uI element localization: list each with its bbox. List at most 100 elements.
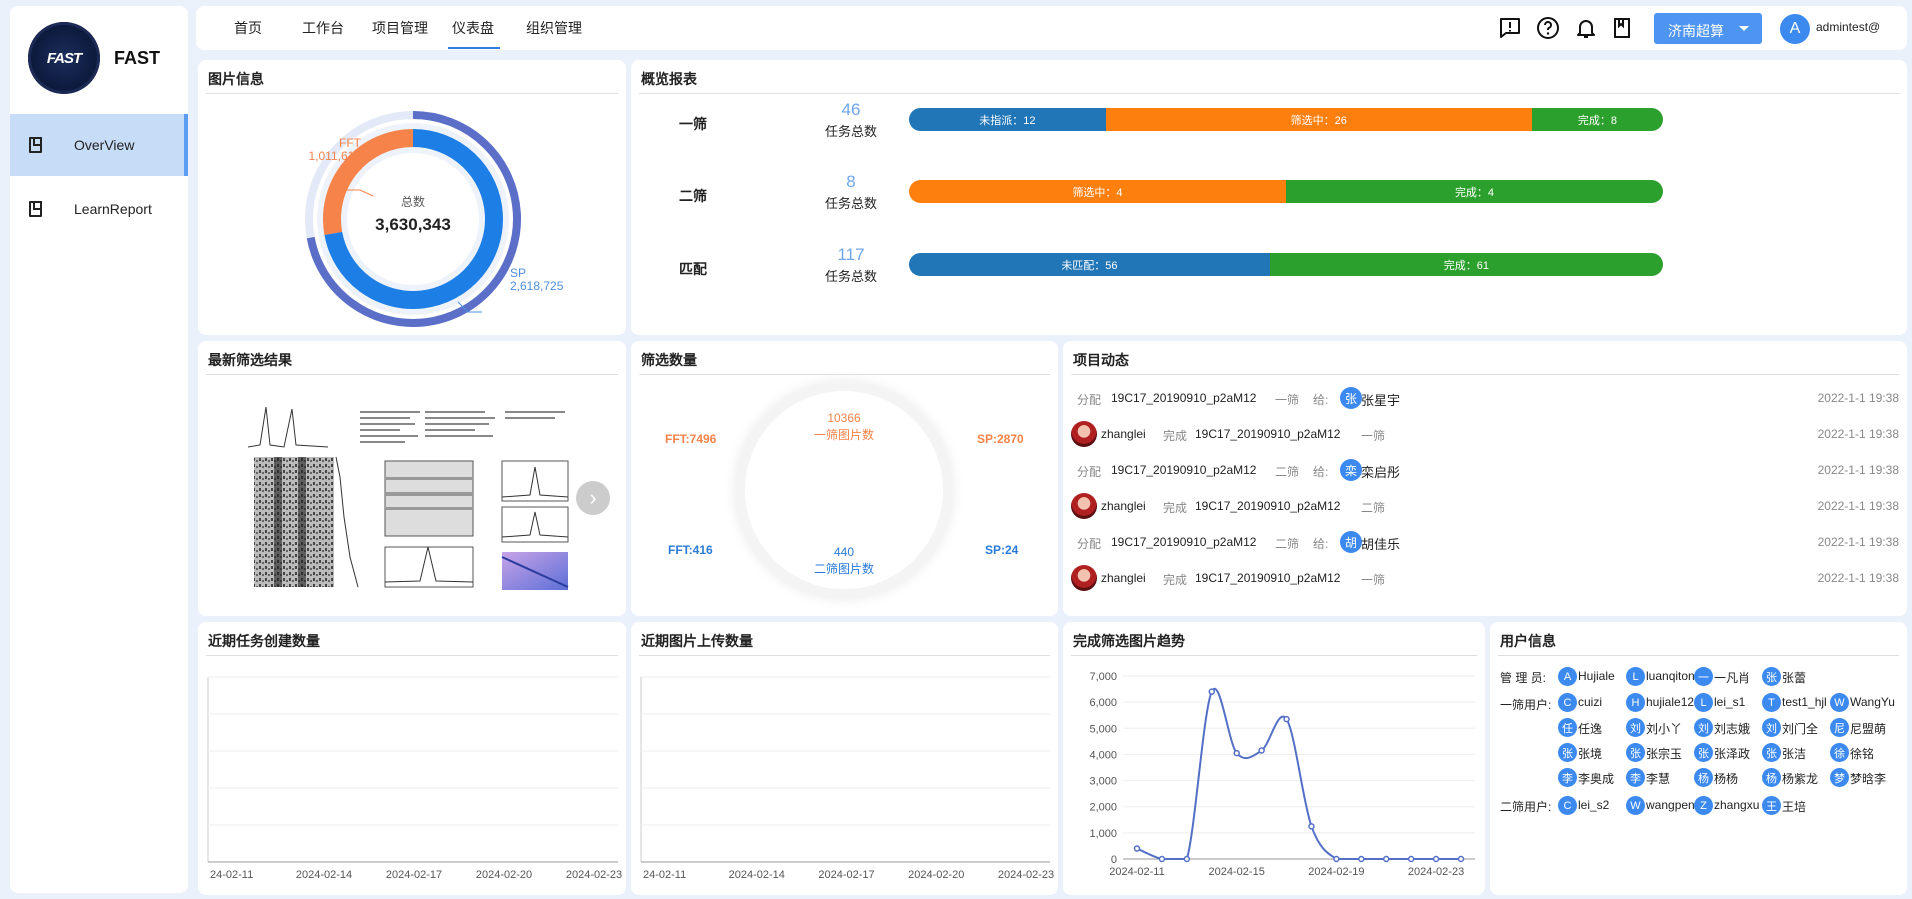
user-name[interactable]: 张宗玉 (1646, 745, 1694, 762)
user-avatar[interactable]: A (1558, 667, 1577, 686)
user-avatar[interactable]: 李 (1558, 768, 1577, 787)
user-name[interactable]: 李奥成 (1578, 770, 1626, 787)
trend-point[interactable] (1432, 855, 1440, 863)
user-name[interactable]: 张洁 (1782, 745, 1830, 762)
feed-user[interactable]: 栾启彤 (1361, 462, 1400, 481)
trend-point[interactable] (1233, 749, 1240, 757)
trend-point[interactable] (1358, 855, 1365, 863)
trend-point[interactable] (1382, 855, 1390, 863)
user-avatar[interactable]: C (1558, 796, 1577, 815)
user-name[interactable]: hujiale123 (1646, 695, 1694, 709)
tab-home[interactable]: 首页 (234, 18, 262, 38)
feed-action: 完成 (1163, 573, 1188, 587)
trend-point[interactable] (1457, 855, 1465, 863)
feed-user[interactable]: zhanglei (1101, 571, 1146, 585)
user-name[interactable]: WangYu (1850, 695, 1898, 709)
user-name[interactable]: 王培 (1782, 798, 1830, 815)
user-avatar[interactable]: 张 (1558, 743, 1577, 762)
user-avatar[interactable]: 李 (1626, 768, 1645, 787)
sidebar-item-overview[interactable]: OverView (10, 114, 188, 176)
trend-point[interactable] (1183, 855, 1191, 863)
user-avatar[interactable]: C (1558, 693, 1577, 712)
user-avatar[interactable]: 杨 (1762, 768, 1781, 787)
user-name[interactable]: 张境 (1578, 745, 1626, 762)
user-name[interactable]: cuizi (1578, 695, 1626, 709)
user-avatar[interactable]: 张 (1694, 743, 1713, 762)
user-avatar[interactable]: 刘 (1626, 718, 1645, 737)
y-tick-label: 4,000 (1089, 749, 1117, 761)
user-name[interactable]: 杨紫龙 (1782, 770, 1830, 787)
tab-dashboard[interactable]: 仪表盘 (448, 18, 500, 49)
feed-stage: 二筛 (1361, 501, 1386, 515)
tab-org-management[interactable]: 组织管理 (526, 18, 582, 38)
feed-task-link[interactable]: 19C17_20190910_p2aM12 (1195, 571, 1340, 585)
user-name[interactable]: lei_s2 (1578, 798, 1626, 812)
user-name[interactable]: 张泽政 (1714, 745, 1762, 762)
user-avatar[interactable]: 张 (1762, 743, 1781, 762)
book-icon[interactable] (1610, 16, 1634, 40)
trend-point[interactable] (1283, 715, 1290, 723)
tab-workbench[interactable]: 工作台 (302, 18, 344, 38)
user-avatar[interactable]: 尼 (1830, 718, 1849, 737)
user-name[interactable]: 梦晗李 (1850, 770, 1898, 787)
user-name[interactable]: 刘门全 (1782, 720, 1830, 737)
user-avatar[interactable]: A (1780, 14, 1810, 44)
user-name[interactable]: 任逸 (1578, 720, 1626, 737)
user-name[interactable]: 刘小丫 (1646, 720, 1694, 737)
user-avatar[interactable]: 张 (1626, 743, 1645, 762)
user-avatar[interactable]: 梦 (1830, 768, 1849, 787)
trend-point[interactable] (1258, 747, 1265, 754)
user-avatar[interactable]: T (1762, 693, 1781, 712)
user-name[interactable]: 张蕾 (1782, 669, 1830, 686)
user-avatar[interactable]: W (1830, 693, 1849, 712)
user-avatar[interactable]: 王 (1762, 796, 1781, 815)
feed-user[interactable]: zhanglei (1101, 427, 1146, 441)
next-image-button[interactable]: › (576, 481, 610, 515)
user-name[interactable]: zhangxu (1714, 798, 1762, 812)
user-name[interactable]: 尼盟萌 (1850, 720, 1898, 737)
feed-user[interactable]: 张星宇 (1361, 390, 1400, 409)
trend-point[interactable] (1407, 855, 1415, 863)
user-avatar[interactable]: L (1626, 667, 1645, 686)
user-name[interactable]: lei_s1 (1714, 695, 1762, 709)
feed-task-link[interactable]: 19C17_20190910_p2aM12 (1111, 463, 1256, 477)
help-icon[interactable] (1536, 16, 1560, 40)
user-name[interactable]: Hujiale (1578, 669, 1626, 683)
user-avatar[interactable]: Z (1694, 796, 1713, 815)
user-avatar[interactable]: H (1626, 693, 1645, 712)
feed-task-link[interactable]: 19C17_20190910_p2aM12 (1195, 427, 1340, 441)
user-avatar[interactable]: L (1694, 693, 1713, 712)
trend-point[interactable] (1333, 855, 1340, 863)
user-name[interactable]: 刘志娥 (1714, 720, 1762, 737)
feed-task-link[interactable]: 19C17_20190910_p2aM12 (1195, 499, 1340, 513)
user-name[interactable]: luanqitong (1646, 669, 1694, 683)
region-dropdown[interactable]: 济南超算 (1654, 13, 1762, 44)
feed-task-link[interactable]: 19C17_20190910_p2aM12 (1111, 391, 1256, 405)
tab-project-management[interactable]: 项目管理 (372, 18, 428, 38)
trend-point[interactable] (1158, 855, 1166, 863)
user-avatar[interactable]: 张 (1762, 667, 1781, 686)
user-name[interactable]: test1_hjl (1782, 695, 1830, 709)
user-name[interactable]: 杨杨 (1714, 770, 1762, 787)
feedback-icon[interactable] (1498, 16, 1522, 40)
feed-task-link[interactable]: 19C17_20190910_p2aM12 (1111, 535, 1256, 549)
sidebar-item-learnreport[interactable]: LearnReport (10, 178, 188, 240)
bell-icon[interactable] (1574, 16, 1598, 40)
user-avatar[interactable]: 一 (1694, 667, 1713, 686)
user-name[interactable]: 一凡肖 (1714, 669, 1762, 686)
user-name[interactable]: 李慧 (1646, 770, 1694, 787)
user-avatar[interactable]: 刘 (1762, 718, 1781, 737)
user-name[interactable]: 徐铭 (1850, 745, 1898, 762)
user-avatar[interactable]: W (1626, 796, 1645, 815)
username[interactable]: admintest@ (1816, 20, 1880, 34)
user-avatar[interactable]: 刘 (1694, 718, 1713, 737)
trend-point[interactable] (1133, 845, 1141, 852)
trend-point[interactable] (1308, 823, 1315, 830)
user-avatar[interactable]: 任 (1558, 718, 1577, 737)
trend-point[interactable] (1208, 688, 1216, 695)
feed-user[interactable]: zhanglei (1101, 499, 1146, 513)
user-avatar[interactable]: 杨 (1694, 768, 1713, 787)
user-avatar[interactable]: 徐 (1830, 743, 1849, 762)
user-name[interactable]: wangpeng (1646, 798, 1694, 812)
feed-user[interactable]: 胡佳乐 (1361, 534, 1400, 553)
